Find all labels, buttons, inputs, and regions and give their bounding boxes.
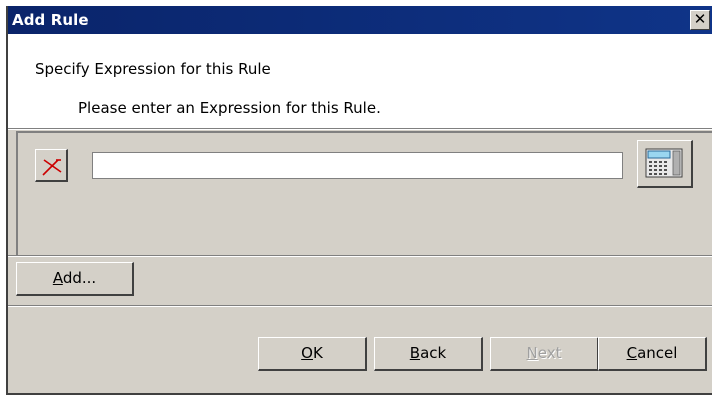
expression-builder-button[interactable] xyxy=(637,140,693,188)
divider xyxy=(8,128,712,130)
ok-button[interactable]: OK xyxy=(258,337,367,371)
divider xyxy=(8,305,712,307)
back-button[interactable]: Back xyxy=(374,337,483,371)
page-subtitle: Please enter an Expression for this Rule… xyxy=(78,99,381,117)
add-button[interactable]: Add... xyxy=(16,262,134,296)
calculator-icon xyxy=(645,148,683,178)
close-icon: ✕ xyxy=(693,10,707,28)
red-x-clear-icon xyxy=(42,159,62,176)
title-bar[interactable]: Add Rule ✕ xyxy=(8,6,712,34)
window-title: Add Rule xyxy=(12,11,89,29)
close-button[interactable]: ✕ xyxy=(690,10,710,30)
cancel-button[interactable]: Cancel xyxy=(598,337,707,371)
divider xyxy=(8,255,712,257)
expression-input[interactable] xyxy=(92,152,623,179)
expression-panel xyxy=(16,131,712,255)
dialog-header: Specify Expression for this Rule Please … xyxy=(8,34,712,128)
clear-expression-button[interactable] xyxy=(35,149,68,182)
next-button[interactable]: Next xyxy=(490,337,599,371)
add-rule-dialog: Add Rule ✕ Specify Expression for this R… xyxy=(6,6,712,395)
page-title: Specify Expression for this Rule xyxy=(35,60,271,78)
